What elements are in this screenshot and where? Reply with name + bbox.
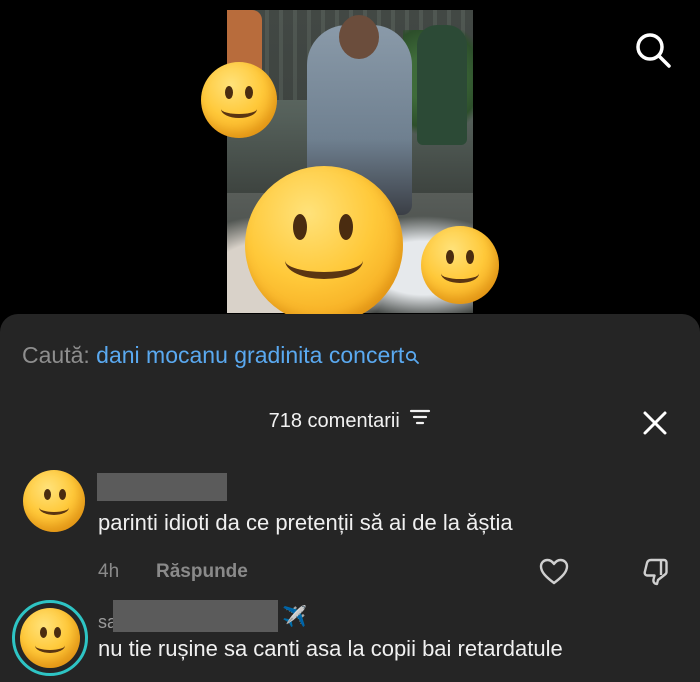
face-cover-emoji (245, 166, 403, 324)
avatar-story-ring[interactable] (12, 600, 88, 676)
comment-count: 718 comentarii (268, 410, 400, 432)
comment-timestamp: 4h (98, 561, 120, 582)
comment-item: parinti idioti da ce pretenții să ai de … (0, 470, 700, 590)
search-icon[interactable] (633, 30, 673, 70)
search-suggestion-query[interactable]: dani mocanu gradinita concert (96, 342, 404, 368)
close-icon[interactable] (640, 408, 670, 438)
filter-icon[interactable] (409, 408, 431, 432)
search-suggestion-prefix: Caută: (22, 342, 90, 368)
comment-text: nu tie rușine sa canti asa la copii bai … (98, 636, 563, 661)
thumbs-down-icon[interactable] (640, 556, 672, 588)
comments-header[interactable]: 718 comentarii (0, 410, 700, 433)
face-cover-emoji (201, 62, 277, 138)
heart-icon[interactable] (538, 556, 570, 588)
search-suggestion[interactable]: Caută: dani mocanu gradinita concert (22, 342, 420, 370)
scene-person-right (417, 25, 467, 145)
username-redacted[interactable] (97, 473, 227, 501)
airplane-emoji: ✈️ (282, 606, 307, 628)
video-area[interactable] (0, 0, 700, 324)
comment-item: sa ✈️ nu tie rușine sa canti asa la copi… (0, 598, 700, 682)
search-icon (405, 343, 420, 370)
username-redacted[interactable] (113, 600, 278, 632)
scene-singer-head (339, 15, 379, 59)
avatar (20, 608, 80, 668)
face-cover-emoji (421, 226, 499, 304)
reply-button[interactable]: Răspunde (156, 561, 248, 583)
avatar[interactable] (23, 470, 85, 532)
comment-text: parinti idioti da ce pretenții să ai de … (98, 510, 513, 535)
comments-sheet: Caută: dani mocanu gradinita concert 718… (0, 314, 700, 682)
